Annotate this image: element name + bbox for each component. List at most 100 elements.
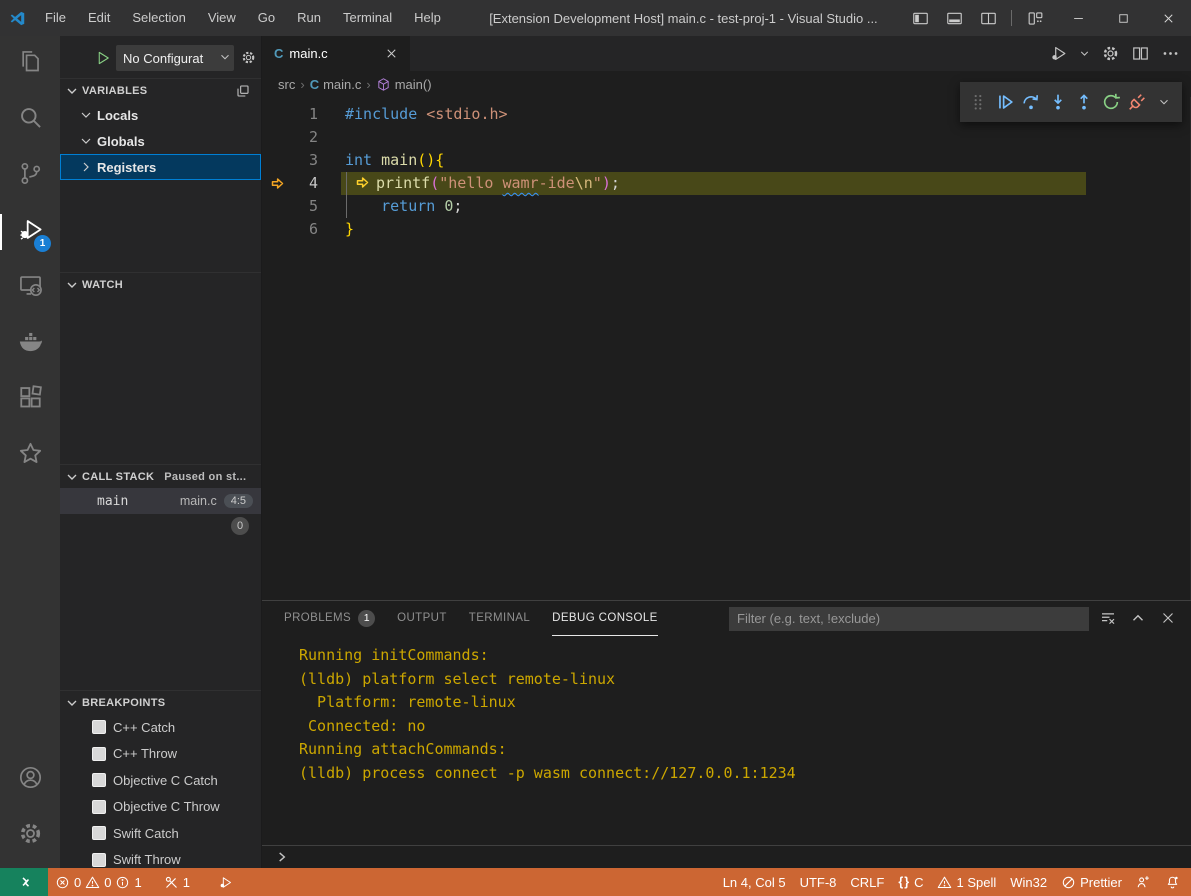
activity-search[interactable] bbox=[0, 92, 60, 148]
breadcrumb-item-main[interactable]: main() bbox=[376, 77, 432, 92]
drag-handle-icon[interactable] bbox=[966, 89, 991, 115]
activity-manage[interactable] bbox=[0, 808, 60, 864]
tab-main-c[interactable]: C main.c bbox=[262, 36, 410, 71]
menu-help[interactable]: Help bbox=[403, 0, 452, 36]
code-line-4[interactable]: 4 printf("hello wamr-ide\n"); bbox=[262, 172, 1190, 195]
activity-run-and-debug[interactable]: 1 bbox=[0, 204, 60, 260]
split-editor-icon[interactable] bbox=[1129, 43, 1151, 65]
debug-settings-gear-icon[interactable] bbox=[240, 49, 258, 67]
run-or-debug-icon[interactable] bbox=[1047, 43, 1069, 65]
menu-file[interactable]: File bbox=[34, 0, 77, 36]
glyph-margin bbox=[262, 103, 292, 126]
maximize-panel-icon[interactable] bbox=[1129, 609, 1149, 629]
call-stack-header[interactable]: CALL STACK Paused on st... bbox=[60, 464, 261, 488]
breakpoint-item[interactable]: Objective C Catch bbox=[60, 767, 261, 794]
breakpoint-item[interactable]: Swift Catch bbox=[60, 820, 261, 847]
indent-guide bbox=[346, 172, 347, 218]
watch-header[interactable]: WATCH bbox=[60, 272, 261, 296]
close-panel-icon[interactable] bbox=[1159, 609, 1179, 629]
notifications-bell[interactable] bbox=[1158, 868, 1187, 896]
breakpoints-header[interactable]: BREAKPOINTS bbox=[60, 690, 261, 714]
menu-selection[interactable]: Selection bbox=[121, 0, 196, 36]
language-mode[interactable]: {}C bbox=[891, 868, 930, 896]
menu-edit[interactable]: Edit bbox=[77, 0, 121, 36]
start-debugging-icon[interactable] bbox=[94, 49, 112, 67]
activity-source-control[interactable] bbox=[0, 148, 60, 204]
stack-frame-row[interactable]: main main.c 4:5 bbox=[60, 488, 261, 514]
activity-wamr-ide[interactable] bbox=[0, 428, 60, 484]
breakpoint-checkbox[interactable] bbox=[92, 826, 106, 840]
debug-console-output[interactable]: Running initCommands:(lldb) platform sel… bbox=[262, 636, 1191, 845]
code-line-5[interactable]: 5 return 0; bbox=[262, 195, 1190, 218]
toggle-panel-icon[interactable] bbox=[939, 4, 969, 32]
panel-tab-debug-console[interactable]: DEBUG CONSOLE bbox=[552, 602, 658, 636]
activity-accounts[interactable] bbox=[0, 752, 60, 808]
more-actions-icon[interactable] bbox=[1159, 43, 1181, 65]
collapse-all-icon[interactable] bbox=[235, 83, 251, 99]
close-button[interactable] bbox=[1146, 0, 1191, 36]
debug-config-dropdown[interactable]: No Configurat bbox=[116, 45, 234, 71]
restart-button-icon[interactable] bbox=[1099, 89, 1124, 115]
breakpoint-checkbox[interactable] bbox=[92, 747, 106, 761]
toggle-primary-sidebar-icon[interactable] bbox=[905, 4, 935, 32]
menu-go[interactable]: Go bbox=[247, 0, 286, 36]
panel-tab-terminal[interactable]: TERMINAL bbox=[469, 602, 530, 636]
toggle-secondary-sidebar-icon[interactable] bbox=[973, 4, 1003, 32]
menu-run[interactable]: Run bbox=[286, 0, 332, 36]
breakpoint-item[interactable]: Swift Throw bbox=[60, 847, 261, 874]
code-line-2[interactable]: 2 bbox=[262, 126, 1190, 149]
variables-header[interactable]: VARIABLES bbox=[60, 78, 261, 102]
code-editor[interactable]: 1#include <stdio.h>23int main(){4 printf… bbox=[262, 97, 1191, 600]
breakpoint-checkbox[interactable] bbox=[92, 853, 106, 867]
continue-button-icon[interactable] bbox=[993, 89, 1018, 115]
workbench: 1 No Configurat VARIA bbox=[0, 36, 1191, 868]
breadcrumb-item-mainc[interactable]: Cmain.c bbox=[310, 77, 362, 92]
clear-console-icon[interactable] bbox=[1099, 609, 1119, 629]
console-filter-input[interactable] bbox=[729, 607, 1089, 631]
debug-console-input[interactable] bbox=[262, 845, 1191, 868]
breakpoint-checkbox[interactable] bbox=[92, 720, 106, 734]
activity-explorer[interactable] bbox=[0, 36, 60, 92]
panel-tab-problems[interactable]: PROBLEMS1 bbox=[284, 602, 375, 636]
token bbox=[435, 197, 444, 215]
scope-registers[interactable]: Registers bbox=[60, 154, 261, 180]
scope-locals[interactable]: Locals bbox=[60, 102, 261, 128]
feedback[interactable] bbox=[1129, 868, 1158, 896]
disconnect-button-icon[interactable] bbox=[1125, 89, 1150, 115]
step-into-button-icon[interactable] bbox=[1046, 89, 1071, 115]
configure-icon[interactable] bbox=[1099, 43, 1121, 65]
close-tab-icon[interactable] bbox=[384, 46, 400, 62]
cursor-position[interactable]: Ln 4, Col 5 bbox=[716, 868, 793, 896]
menu-view[interactable]: View bbox=[197, 0, 247, 36]
activity-remote-explorer[interactable] bbox=[0, 260, 60, 316]
breadcrumb-item-src[interactable]: src bbox=[278, 77, 295, 92]
eol-sequence[interactable]: CRLF bbox=[843, 868, 891, 896]
breakpoint-checkbox[interactable] bbox=[92, 773, 106, 787]
step-out-button-icon[interactable] bbox=[1072, 89, 1097, 115]
panel-tab-output[interactable]: OUTPUT bbox=[397, 602, 447, 636]
activity-extensions[interactable] bbox=[0, 372, 60, 428]
scope-globals[interactable]: Globals bbox=[60, 128, 261, 154]
code-line-3[interactable]: 3int main(){ bbox=[262, 149, 1190, 172]
scope-label: Registers bbox=[97, 160, 156, 175]
menu-terminal[interactable]: Terminal bbox=[332, 0, 403, 36]
platform-status[interactable]: Win32 bbox=[1003, 868, 1054, 896]
encoding[interactable]: UTF-8 bbox=[793, 868, 844, 896]
customize-layout-icon[interactable] bbox=[1020, 4, 1050, 32]
code-line-6[interactable]: 6} bbox=[262, 218, 1190, 241]
breakpoint-item[interactable]: Objective C Throw bbox=[60, 794, 261, 821]
step-over-button-icon[interactable] bbox=[1019, 89, 1044, 115]
remote-indicator[interactable] bbox=[0, 868, 48, 896]
debug-more-dropdown-icon[interactable] bbox=[1152, 89, 1177, 115]
spell-checker-status[interactable]: 1 Spell bbox=[930, 868, 1003, 896]
problems-count-badge: 1 bbox=[358, 610, 375, 627]
minimize-button[interactable] bbox=[1056, 0, 1101, 36]
breakpoint-checkbox[interactable] bbox=[92, 800, 106, 814]
activity-docker[interactable] bbox=[0, 316, 60, 372]
breakpoint-item[interactable]: C++ Throw bbox=[60, 741, 261, 768]
breakpoint-item[interactable]: C++ Catch bbox=[60, 714, 261, 741]
maximize-button[interactable] bbox=[1101, 0, 1146, 36]
formatter-status[interactable]: Prettier bbox=[1054, 868, 1129, 896]
breakpoint-label: Swift Throw bbox=[113, 852, 181, 867]
run-dropdown[interactable] bbox=[1077, 43, 1091, 65]
